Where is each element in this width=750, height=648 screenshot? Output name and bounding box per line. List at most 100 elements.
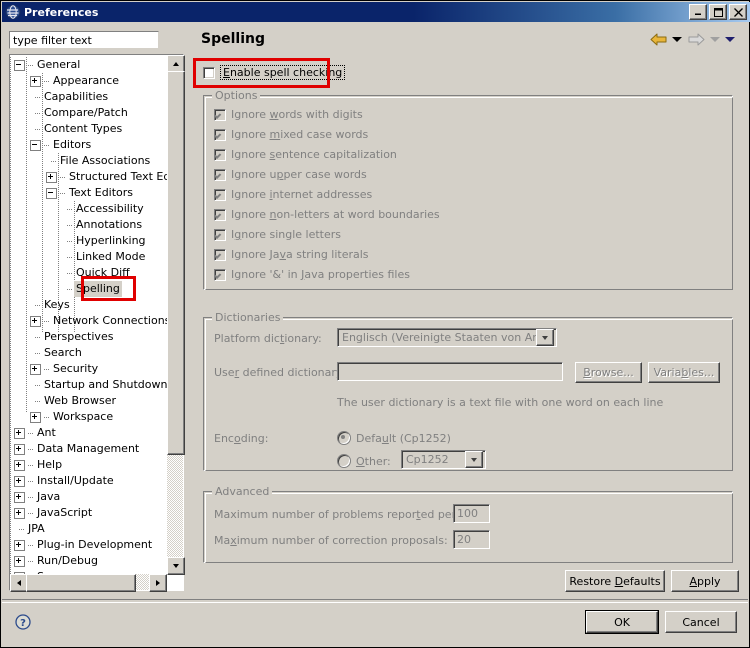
expand-icon[interactable] bbox=[14, 443, 25, 455]
option-row[interactable]: Ignore '&' in Java properties files bbox=[214, 268, 410, 281]
option-row[interactable]: Ignore mixed case words bbox=[214, 128, 368, 141]
expand-icon[interactable] bbox=[14, 491, 25, 503]
sidebar-item-file-associations[interactable]: File Associations bbox=[10, 153, 167, 169]
option-checkbox[interactable] bbox=[214, 128, 226, 141]
option-row[interactable]: Ignore words with digits bbox=[214, 108, 363, 121]
maximize-button[interactable] bbox=[709, 4, 727, 20]
sidebar-item-compare-patch[interactable]: Compare/Patch bbox=[10, 105, 167, 121]
collapse-icon[interactable] bbox=[46, 187, 57, 199]
option-row[interactable]: Ignore single letters bbox=[214, 228, 341, 241]
option-row[interactable]: Ignore upper case words bbox=[214, 168, 367, 181]
option-checkbox[interactable] bbox=[214, 208, 226, 221]
option-checkbox[interactable] bbox=[214, 188, 226, 201]
encoding-default-radio[interactable] bbox=[337, 431, 351, 445]
sidebar-item-quick-diff[interactable]: Quick Diff bbox=[10, 265, 167, 281]
expand-icon[interactable] bbox=[30, 411, 41, 423]
encoding-default-radio-row[interactable]: Default (Cp1252) bbox=[337, 431, 451, 445]
sidebar-item-content-types[interactable]: Content Types bbox=[10, 121, 167, 137]
sidebar-item-web-browser[interactable]: Web Browser bbox=[10, 393, 167, 409]
sidebar-item-java[interactable]: Java bbox=[10, 489, 167, 505]
sidebar-item-run-debug[interactable]: Run/Debug bbox=[10, 553, 167, 569]
chevron-down-icon[interactable] bbox=[536, 329, 554, 346]
option-checkbox[interactable] bbox=[214, 228, 226, 241]
ok-button[interactable]: OK bbox=[585, 610, 659, 634]
expand-icon[interactable] bbox=[14, 555, 25, 567]
sidebar-item-network-connections[interactable]: Network Connections bbox=[10, 313, 167, 329]
encoding-other-radio[interactable] bbox=[337, 454, 351, 468]
option-checkbox[interactable] bbox=[214, 108, 226, 121]
option-checkbox[interactable] bbox=[214, 268, 226, 281]
variables-button[interactable]: Variables... bbox=[648, 362, 720, 383]
hscroll-thumb[interactable] bbox=[26, 574, 136, 592]
encoding-other-select[interactable]: Cp1252 bbox=[401, 450, 486, 469]
enable-spell-checking-checkbox[interactable] bbox=[203, 66, 215, 79]
minimize-button[interactable] bbox=[689, 4, 707, 20]
sidebar-item-keys[interactable]: Keys bbox=[10, 297, 167, 313]
scroll-right-button[interactable] bbox=[149, 574, 167, 592]
expand-icon[interactable] bbox=[30, 363, 41, 375]
sidebar-item-ant[interactable]: Ant bbox=[10, 425, 167, 441]
max-problems-field[interactable] bbox=[453, 504, 490, 523]
sidebar-item-hyperlinking[interactable]: Hyperlinking bbox=[10, 233, 167, 249]
expand-icon[interactable] bbox=[14, 427, 25, 439]
sidebar-item-security[interactable]: Security bbox=[10, 361, 167, 377]
sidebar-item-javascript[interactable]: JavaScript bbox=[10, 505, 167, 521]
max-proposals-field[interactable] bbox=[453, 530, 490, 549]
option-checkbox[interactable] bbox=[214, 168, 226, 181]
option-checkbox[interactable] bbox=[214, 248, 226, 261]
back-history-chevron-down-icon[interactable] bbox=[672, 36, 682, 42]
search-input[interactable] bbox=[9, 31, 159, 49]
sidebar-item-spelling[interactable]: Spelling bbox=[10, 281, 167, 297]
user-dictionary-field[interactable] bbox=[337, 362, 563, 381]
cancel-button[interactable]: Cancel bbox=[665, 611, 737, 633]
sidebar-item-structured-text-edit[interactable]: Structured Text Edit bbox=[10, 169, 167, 185]
sidebar-item-general[interactable]: General bbox=[10, 57, 167, 73]
sidebar-item-accessibility[interactable]: Accessibility bbox=[10, 201, 167, 217]
expand-icon[interactable] bbox=[14, 539, 25, 551]
enable-spell-checking-label[interactable]: Enable spell checking bbox=[220, 65, 346, 80]
expand-icon[interactable] bbox=[30, 75, 41, 87]
scroll-down-button[interactable] bbox=[167, 557, 185, 575]
tree-vertical-scrollbar[interactable] bbox=[167, 55, 185, 575]
sidebar-item-install-update[interactable]: Install/Update bbox=[10, 473, 167, 489]
sidebar-item-search[interactable]: Search bbox=[10, 345, 167, 361]
expand-icon[interactable] bbox=[46, 171, 57, 183]
apply-button[interactable]: Apply bbox=[671, 570, 739, 592]
collapse-icon[interactable] bbox=[30, 139, 41, 151]
option-row[interactable]: Ignore Java string literals bbox=[214, 248, 369, 261]
vscroll-thumb[interactable] bbox=[167, 71, 185, 455]
sidebar-item-linked-mode[interactable]: Linked Mode bbox=[10, 249, 167, 265]
sidebar-item-jpa[interactable]: JPA bbox=[10, 521, 167, 537]
expand-icon[interactable] bbox=[14, 507, 25, 519]
sidebar-item-data-management[interactable]: Data Management bbox=[10, 441, 167, 457]
sidebar-item-workspace[interactable]: Workspace bbox=[10, 409, 167, 425]
expand-icon[interactable] bbox=[14, 475, 25, 487]
chevron-down-icon[interactable] bbox=[465, 451, 483, 468]
option-checkbox[interactable] bbox=[214, 148, 226, 161]
sidebar-item-startup-and-shutdown[interactable]: Startup and Shutdown bbox=[10, 377, 167, 393]
option-row[interactable]: Ignore sentence capitalization bbox=[214, 148, 397, 161]
tree-horizontal-scrollbar[interactable] bbox=[10, 574, 167, 592]
close-button[interactable] bbox=[729, 4, 747, 20]
help-question-icon[interactable]: ? bbox=[15, 614, 31, 630]
platform-dictionary-select[interactable]: Englisch (Vereinigte Staaten von Amerika… bbox=[337, 328, 557, 347]
collapse-icon[interactable] bbox=[14, 59, 25, 71]
expand-icon[interactable] bbox=[14, 459, 25, 471]
sidebar-item-annotations[interactable]: Annotations bbox=[10, 217, 167, 233]
browse-button[interactable]: Browse... bbox=[575, 362, 642, 383]
restore-defaults-button[interactable]: Restore Defaults bbox=[565, 570, 665, 592]
sidebar-item-plug-in-development[interactable]: Plug-in Development bbox=[10, 537, 167, 553]
option-row[interactable]: Ignore non-letters at word boundaries bbox=[214, 208, 440, 221]
history-chevron-down-icon[interactable] bbox=[725, 36, 735, 42]
sidebar-item-perspectives[interactable]: Perspectives bbox=[10, 329, 167, 345]
sidebar-item-help[interactable]: Help bbox=[10, 457, 167, 473]
back-arrow-icon[interactable] bbox=[649, 31, 667, 47]
sidebar-item-capabilities[interactable]: Capabilities bbox=[10, 89, 167, 105]
encoding-other-radio-row[interactable]: Other: bbox=[337, 454, 391, 468]
option-row[interactable]: Ignore internet addresses bbox=[214, 188, 372, 201]
sidebar-item-text-editors[interactable]: Text Editors bbox=[10, 185, 167, 201]
enable-spell-checking-row[interactable]: Enable spell checking bbox=[203, 65, 346, 80]
sidebar-item-editors[interactable]: Editors bbox=[10, 137, 167, 153]
sidebar-item-appearance[interactable]: Appearance bbox=[10, 73, 167, 89]
expand-icon[interactable] bbox=[30, 315, 41, 327]
